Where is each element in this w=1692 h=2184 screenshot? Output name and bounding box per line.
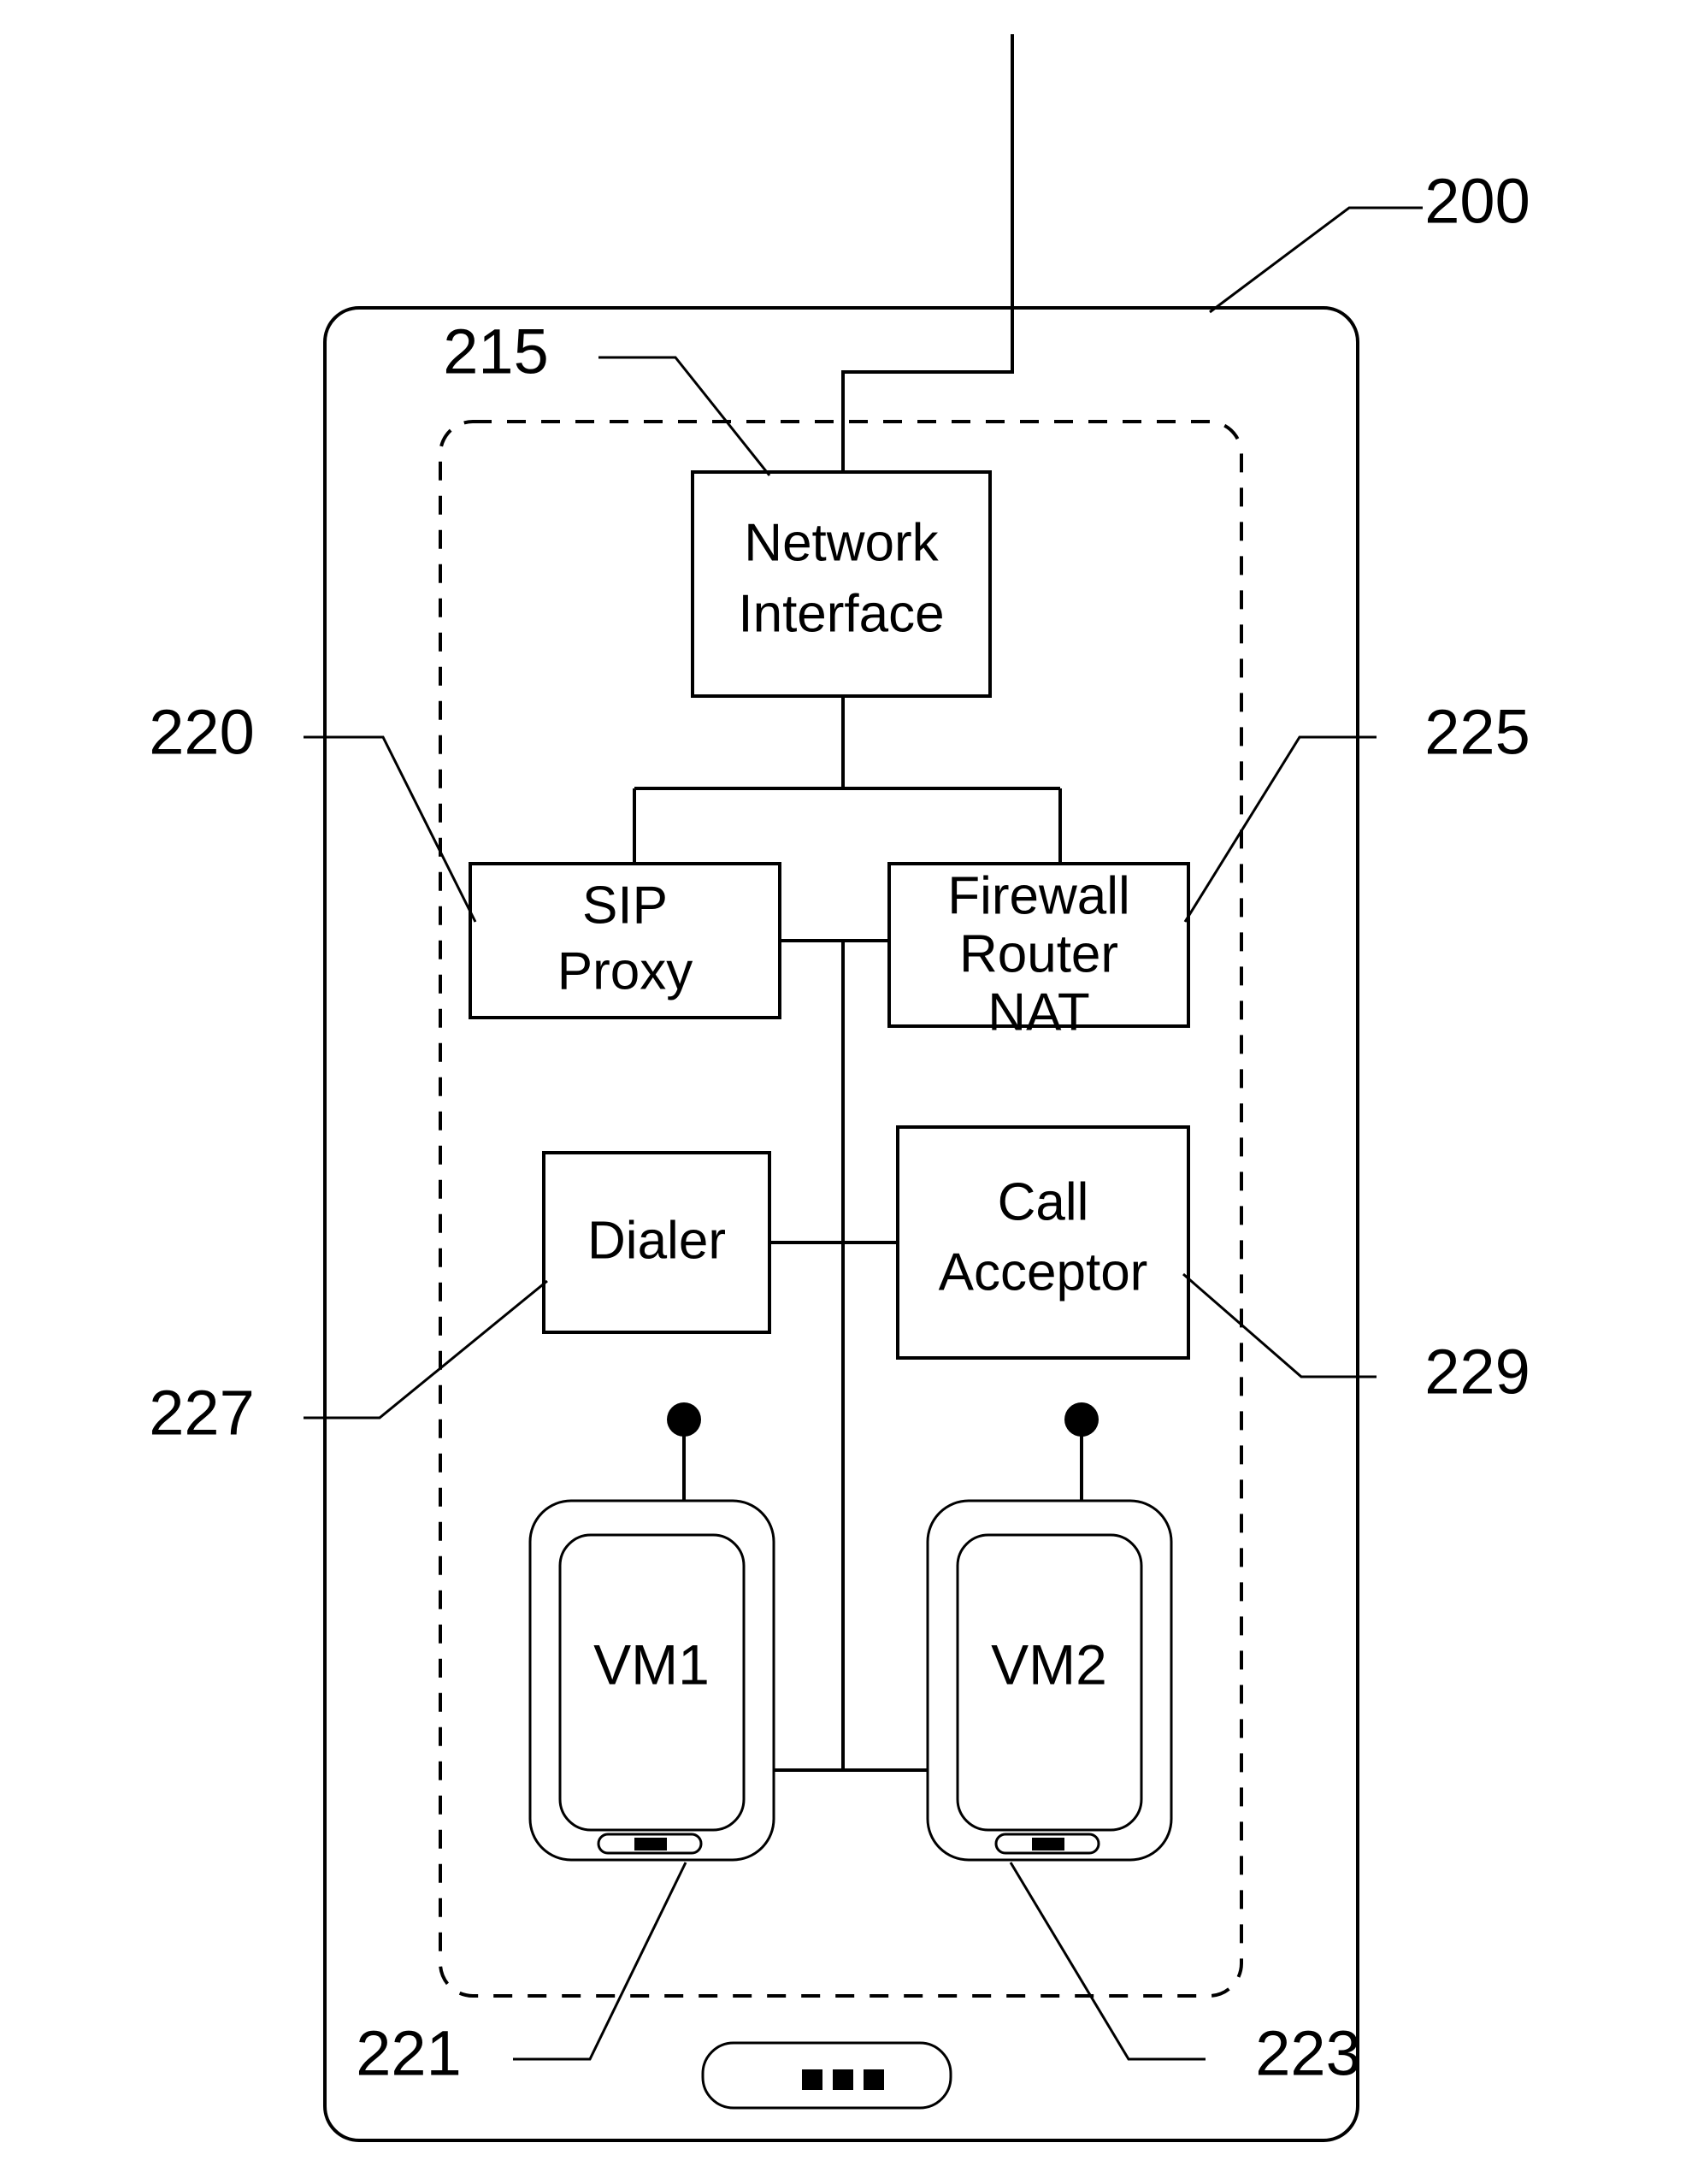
block-diagram-canvas: Network Interface SIP Proxy Firewall Rou… [149,34,1530,2142]
vm2-label: VM2 [991,1632,1107,1696]
dialer-label: Dialer [587,1211,726,1270]
connector-sip-firewall-bus [780,939,889,1770]
sip-proxy-label-line2: Proxy [557,941,693,1001]
leader-220 [304,735,477,923]
vm2-device[interactable]: VM2 [926,1499,1173,1862]
call-acceptor-label-line2: Acceptor [939,1243,1148,1302]
ref-num-220: 220 [149,697,254,768]
firewall-label-line1: Firewall [947,866,1130,925]
leader-227 [304,1279,548,1420]
block-sip-proxy[interactable]: SIP Proxy [469,862,781,1019]
leader-215 [598,356,771,476]
antenna-dot-icon [667,1402,701,1437]
ref-num-227: 227 [149,1378,254,1449]
leader-221 [513,1862,687,2061]
home-button-dot-3 [864,2069,884,2090]
firewall-label-line3: NAT [987,983,1089,1042]
ref-num-215: 215 [443,316,548,387]
block-firewall-router-nat[interactable]: Firewall Router NAT [887,862,1190,1042]
speaker-slot-fill-icon [634,1838,667,1850]
leader-225 [1183,735,1377,923]
leader-200 [1209,206,1423,314]
vm2-antenna [1064,1402,1099,1501]
leader-223 [1009,1862,1206,2061]
vm1-label: VM1 [593,1632,710,1696]
vm1-antenna [667,1402,701,1501]
speaker-slot-fill-icon [1032,1838,1064,1850]
home-button-dot-2 [833,2069,853,2090]
ref-num-200: 200 [1424,166,1530,237]
firewall-label-line2: Router [959,924,1118,983]
vm1-device[interactable]: VM1 [528,1499,775,1862]
home-button-dot-1 [802,2069,822,2090]
external-network-connection [841,34,1014,472]
sip-proxy-label-line1: SIP [582,876,668,935]
leader-229 [1182,1272,1377,1378]
connector-network-interface-to-bus [633,696,1062,864]
block-dialer[interactable]: Dialer [542,1151,771,1334]
ref-num-229: 229 [1424,1337,1530,1408]
network-interface-label-line2: Interface [738,584,944,643]
call-acceptor-label-line1: Call [998,1172,1089,1231]
block-network-interface[interactable]: Network Interface [691,470,992,698]
ref-num-225: 225 [1424,697,1530,768]
block-call-acceptor[interactable]: Call Acceptor [896,1125,1190,1360]
antenna-dot-icon [1064,1402,1099,1437]
ref-num-221: 221 [356,2018,461,2089]
network-interface-label-line1: Network [744,513,939,572]
home-button-icon[interactable] [701,2041,952,2110]
ref-num-223: 223 [1255,2018,1360,2089]
patent-figure-root: Network Interface SIP Proxy Firewall Rou… [0,0,1692,2184]
home-button[interactable] [701,2041,952,2110]
